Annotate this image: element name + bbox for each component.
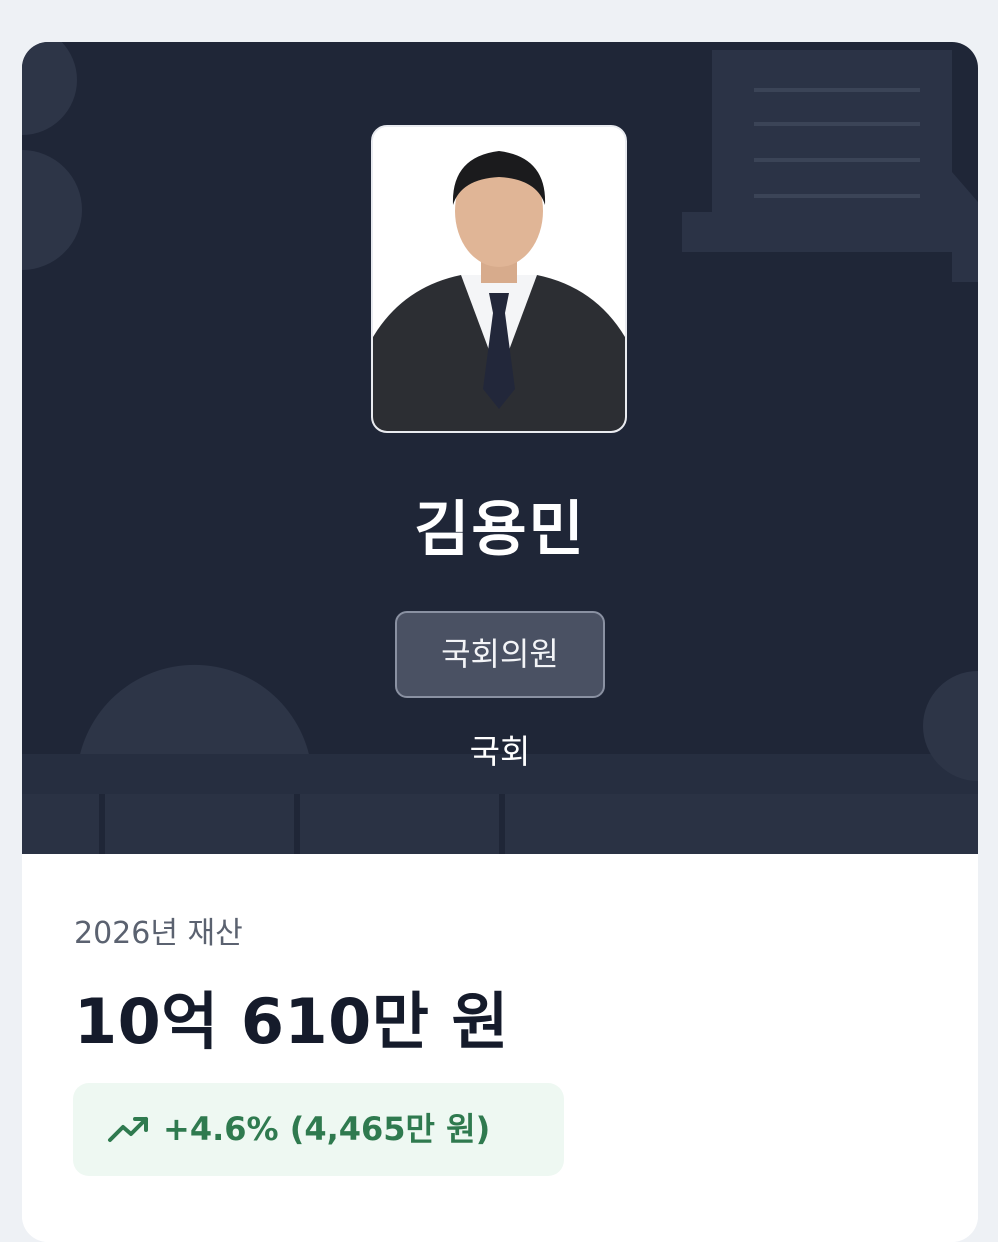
profile-card: 김용민 국회의원 국회 2026년 재산 10억 610만 원 +4.6% (4…: [22, 42, 978, 1242]
asset-year-label: 2026년 재산: [74, 916, 243, 951]
profile-photo: [371, 125, 627, 433]
portrait-illustration: [373, 127, 625, 431]
role-badge: 국회의원: [395, 611, 605, 698]
profile-hero: 김용민 국회의원 국회: [22, 42, 978, 854]
asset-section: 2026년 재산 10억 610만 원 +4.6% (4,465만 원): [22, 854, 978, 1242]
organization-label: 국회: [469, 732, 531, 771]
asset-change-text: +4.6% (4,465만 원): [163, 1110, 491, 1148]
profile-name: 김용민: [414, 495, 586, 565]
asset-change-badge: +4.6% (4,465만 원): [73, 1083, 564, 1176]
asset-amount: 10억 610만 원: [74, 985, 509, 1058]
trending-up-icon: [108, 1117, 148, 1142]
